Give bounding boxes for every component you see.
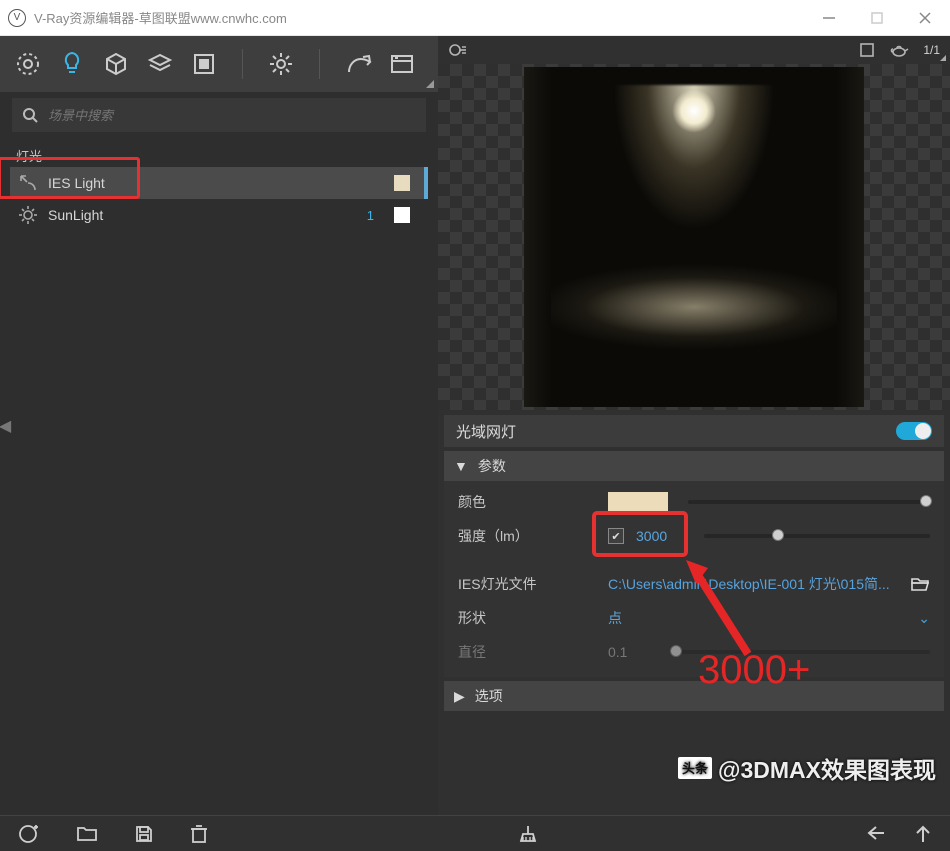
params-section-header[interactable]: ▼ 参数 <box>444 451 944 481</box>
color-swatch[interactable] <box>608 492 668 512</box>
toolbar-separator <box>242 49 243 79</box>
preview-viewport[interactable] <box>438 64 950 410</box>
diameter-value: 0.1 <box>608 644 664 660</box>
geometry-tab-icon[interactable] <box>102 50 130 78</box>
ies-light-icon <box>18 173 38 193</box>
annotation-text: 3000+ <box>698 648 810 693</box>
purge-button-icon[interactable] <box>517 823 539 845</box>
light-item-label: SunLight <box>48 207 103 223</box>
properties-title: 光域网灯 <box>456 421 516 442</box>
window-title: V-Ray资源编辑器-草图联盟www.cnwhc.com <box>34 8 820 27</box>
window-maximize-button[interactable] <box>868 9 886 27</box>
watermark-text: @3DMAX效果图表现 <box>718 751 936 785</box>
light-item-ies[interactable]: IES Light <box>10 167 428 199</box>
light-list: IES Light SunLight 1 <box>0 167 438 231</box>
app-logo-icon: V <box>8 9 26 27</box>
light-item-label: IES Light <box>48 175 105 191</box>
watermark-tag: 头条 <box>678 757 712 779</box>
color-row: 颜色 <box>444 485 944 519</box>
caret-down-icon: ▼ <box>454 458 468 474</box>
selection-indicator <box>424 167 428 199</box>
preview-teapot-icon[interactable] <box>889 42 909 58</box>
iesfile-label: IES灯光文件 <box>458 574 608 594</box>
nav-up-icon[interactable] <box>914 824 932 844</box>
materials-tab-icon[interactable] <box>14 50 42 78</box>
intensity-label: 强度（lm） <box>458 526 608 546</box>
nav-back-icon[interactable] <box>864 824 886 842</box>
window-titlebar: V V-Ray资源编辑器-草图联盟www.cnwhc.com <box>0 0 950 36</box>
shape-value: 点 <box>608 608 622 628</box>
light-enable-toggle[interactable] <box>896 422 932 440</box>
sun-light-icon <box>18 205 38 225</box>
left-collapse-handle[interactable]: ◀ <box>0 398 10 454</box>
search-bar[interactable] <box>12 98 426 132</box>
properties-panel: 1/1 光域网灯 ▼ 参数 <box>438 36 950 815</box>
options-section-header[interactable]: ▶ 选项 <box>444 681 944 711</box>
preview-aspect-ratio[interactable]: 1/1 <box>923 43 940 57</box>
light-color-swatch[interactable] <box>394 207 410 223</box>
render-button-icon[interactable] <box>344 50 372 78</box>
light-color-swatch[interactable] <box>394 175 410 191</box>
save-button-icon[interactable] <box>134 824 154 844</box>
params-section-title: 参数 <box>478 456 506 476</box>
lights-section-title: 灯光 <box>16 146 438 165</box>
toolbar-separator <box>319 49 320 79</box>
watermark: 头条 @3DMAX效果图表现 <box>678 751 936 785</box>
folder-open-icon[interactable] <box>910 576 930 592</box>
framebuffer-button-icon[interactable] <box>388 50 416 78</box>
selection-indicator <box>424 199 428 231</box>
textures-tab-icon[interactable] <box>190 50 218 78</box>
diameter-label: 直径 <box>458 642 608 662</box>
delete-button-icon[interactable] <box>190 824 208 844</box>
layers-tab-icon[interactable] <box>146 50 174 78</box>
color-label: 颜色 <box>458 492 608 512</box>
window-close-button[interactable] <box>916 9 934 27</box>
light-item-sun[interactable]: SunLight 1 <box>10 199 428 231</box>
intensity-value[interactable]: 3000 <box>636 528 682 544</box>
toolbar-expand-marker[interactable] <box>426 80 434 88</box>
asset-toolbar <box>0 36 438 92</box>
preview-vision-icon[interactable] <box>448 42 468 58</box>
caret-right-icon: ▶ <box>454 688 465 705</box>
add-button-icon[interactable] <box>18 823 40 845</box>
preview-header: 1/1 <box>438 36 950 64</box>
search-input[interactable] <box>48 108 416 123</box>
preview-scale-icon[interactable] <box>859 42 875 58</box>
render-preview-image <box>524 67 864 407</box>
intensity-checkbox[interactable]: ✔ <box>608 528 624 544</box>
chevron-down-icon: ⌄ <box>918 610 930 627</box>
intensity-row: 强度（lm） ✔ 3000 <box>444 519 944 553</box>
asset-panel: 灯光 IES Light SunLight 1 <box>0 36 438 815</box>
bottom-toolbar <box>0 815 950 851</box>
properties-header: 光域网灯 <box>444 415 944 447</box>
lights-tab-icon[interactable] <box>58 50 86 78</box>
open-button-icon[interactable] <box>76 825 98 843</box>
color-slider[interactable] <box>688 500 930 504</box>
settings-tab-icon[interactable] <box>267 50 295 78</box>
light-item-count: 1 <box>367 208 374 223</box>
options-section-title: 选项 <box>475 686 503 706</box>
shape-label: 形状 <box>458 608 608 628</box>
window-minimize-button[interactable] <box>820 9 838 27</box>
search-icon <box>22 107 38 123</box>
intensity-slider[interactable] <box>704 534 930 538</box>
options-section: ▶ 选项 <box>444 681 944 711</box>
